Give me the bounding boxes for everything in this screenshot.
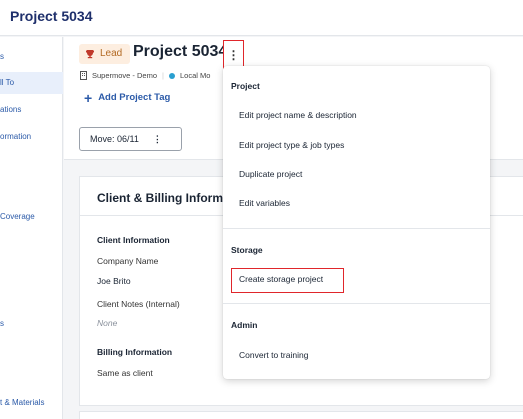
sidebar: s ll To ations ormation Coverage s t & M… — [0, 37, 63, 419]
menu-item-create-storage[interactable]: Create storage project — [239, 274, 323, 284]
company-name-value: Joe Brito — [97, 276, 131, 286]
client-notes-label: Client Notes (Internal) — [97, 299, 180, 309]
menu-item-edit-type[interactable]: Edit project type & job types — [239, 140, 344, 150]
next-card — [79, 411, 523, 419]
sidebar-item[interactable]: Coverage — [0, 212, 63, 221]
vertical-dots-icon: ⋮ — [152, 133, 162, 144]
page-title: Project 5034 — [133, 43, 228, 60]
menu-section-admin: Admin — [231, 320, 258, 330]
menu-item-edit-name[interactable]: Edit project name & description — [239, 110, 357, 120]
vertical-dots-icon: ⋮ — [227, 47, 240, 62]
trophy-icon — [86, 50, 94, 59]
client-info-heading: Client Information — [97, 235, 170, 245]
billing-value: Same as client — [97, 368, 153, 378]
building-icon — [80, 71, 87, 80]
menu-item-edit-variables[interactable]: Edit variables — [239, 198, 290, 208]
company-name: Supermove - Demo — [92, 71, 158, 80]
move-date-label: Move: 06/11 — [90, 134, 139, 144]
project-type: Local Mo — [179, 71, 211, 80]
company-name-label: Company Name — [97, 256, 159, 266]
menu-item-convert-training[interactable]: Convert to training — [239, 350, 308, 360]
plus-icon: + — [84, 89, 93, 106]
menu-item-duplicate[interactable]: Duplicate project — [239, 169, 302, 179]
more-options-button[interactable]: ⋮ — [223, 40, 244, 69]
status-badge: Lead — [79, 44, 131, 64]
top-bar: Project 5034 — [0, 0, 523, 36]
badge-label: Lead — [100, 48, 123, 59]
sidebar-item[interactable]: ormation — [0, 132, 63, 141]
add-tag-label: Add Project Tag — [98, 92, 171, 103]
project-options-menu: Project Edit project name & description … — [223, 66, 490, 379]
menu-section-storage: Storage — [231, 245, 263, 255]
project-meta: Supermove - Demo | Local Mo — [80, 71, 210, 80]
app-title: Project 5034 — [10, 8, 93, 24]
menu-section-project: Project — [231, 81, 260, 91]
card-title: Client & Billing Informa — [97, 191, 230, 205]
sidebar-item[interactable]: s — [0, 52, 63, 61]
sidebar-item[interactable]: s — [0, 319, 63, 328]
location-dot-icon — [168, 72, 175, 79]
menu-divider — [223, 228, 490, 229]
move-date-button[interactable]: Move: 06/11 ⋮ — [79, 127, 182, 151]
meta-divider: | — [162, 71, 164, 80]
billing-info-heading: Billing Information — [97, 347, 173, 357]
sidebar-item[interactable]: t & Materials — [0, 398, 63, 407]
client-notes-value: None — [97, 318, 118, 328]
sidebar-item[interactable]: ations — [0, 105, 63, 114]
menu-divider — [223, 303, 490, 304]
add-project-tag-button[interactable]: + Add Project Tag — [84, 89, 171, 106]
sidebar-item-active[interactable]: ll To — [0, 72, 63, 94]
